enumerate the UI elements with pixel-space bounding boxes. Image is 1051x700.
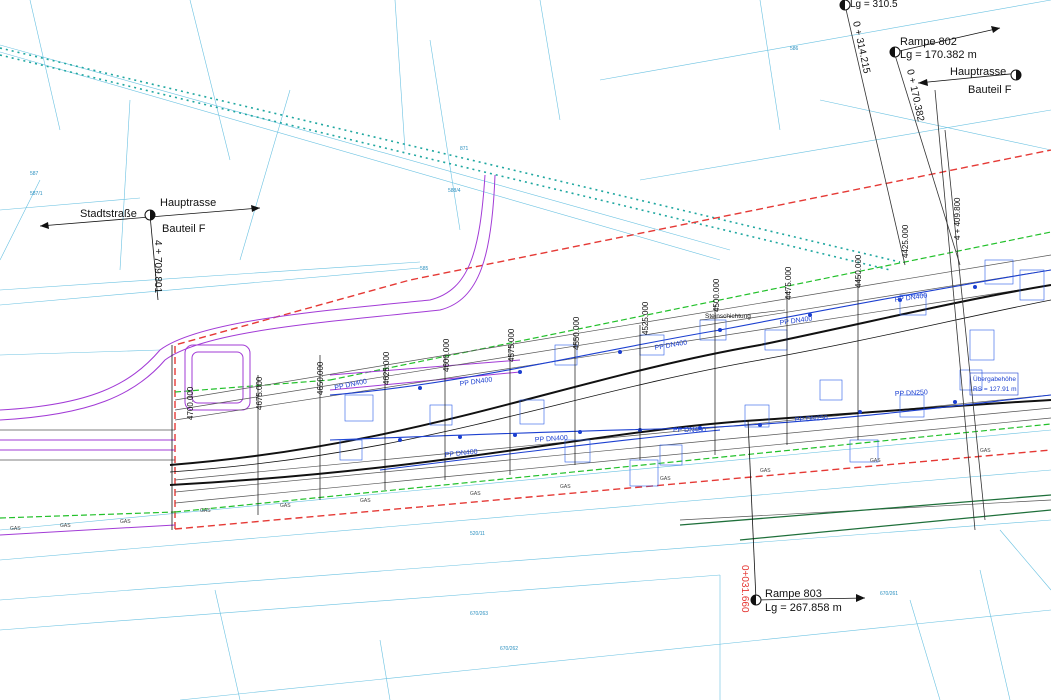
- station-label: 4575.000: [507, 328, 516, 362]
- section-right-label: Hauptrasse: [160, 197, 216, 209]
- svg-text:587: 587: [30, 171, 39, 177]
- section-marker-top-right: Hauptrasse Bauteil F: [917, 66, 1022, 96]
- property-boundary: [174, 149, 1051, 530]
- station-label: 4475.000: [784, 266, 793, 300]
- station-label: 4700.000: [186, 386, 195, 420]
- ramp-803-title: Rampe 803: [765, 588, 822, 600]
- svg-text:670/261: 670/261: [880, 591, 898, 597]
- svg-text:585: 585: [420, 266, 429, 272]
- svg-text:GAS: GAS: [120, 519, 131, 525]
- svg-text:587/1: 587/1: [30, 191, 43, 197]
- site-plan: 587 585 588/4 587/1 670/263 670/262 670/…: [0, 0, 1051, 700]
- svg-text:GAS: GAS: [10, 526, 21, 532]
- radius-note: RS = 127.91 m: [973, 386, 1017, 393]
- section-left-label: Stadtstraße: [80, 208, 137, 220]
- station-label: 4625.000: [382, 351, 391, 385]
- transition-note: Übergabehöhe: [973, 375, 1016, 383]
- svg-text:GAS: GAS: [470, 491, 481, 497]
- station-label: 4500.000: [712, 278, 721, 312]
- section-marker-left: Stadtstraße Hauptrasse Bauteil F 4 + 709…: [39, 197, 261, 301]
- ramp-802-length: Lg = 170.382 m: [900, 49, 977, 61]
- svg-text:GAS: GAS: [870, 458, 881, 464]
- station-label: 4600.000: [442, 338, 451, 372]
- pipe-nodes: [398, 285, 977, 442]
- pipe-label: PP DN250: [795, 415, 828, 424]
- top-cut-label: Lg = 310.5: [850, 0, 898, 10]
- station-label: 4550.000: [572, 316, 581, 350]
- pipe-label: PP DN400: [334, 378, 368, 392]
- top-right-sub-label: Bauteil F: [968, 84, 1012, 96]
- svg-text:588/4: 588/4: [448, 188, 461, 194]
- ramp-803-chainage: 0+031.660: [739, 565, 750, 613]
- svg-text:GAS: GAS: [660, 476, 671, 482]
- svg-text:GAS: GAS: [280, 503, 291, 509]
- dark-green-lines: [679, 494, 1051, 541]
- svg-text:520/11: 520/11: [470, 531, 485, 537]
- ramp-802-marker: Rampe 802 Lg = 170.382 m 0 + 314.215 0 +…: [839, 0, 1001, 123]
- station-label: 4525.000: [641, 301, 650, 335]
- svg-text:GAS: GAS: [360, 498, 371, 504]
- svg-text:670/262: 670/262: [500, 646, 518, 652]
- station-label: 4450.000: [854, 254, 863, 288]
- svg-text:586: 586: [790, 46, 799, 52]
- ramp-802-chainage-a: 0 + 314.215: [850, 20, 872, 75]
- pipe-label: PP DN400: [673, 427, 706, 434]
- station-label: 4675.000: [255, 376, 264, 410]
- svg-text:GAS: GAS: [200, 508, 211, 514]
- station-label: 4650.000: [316, 361, 325, 395]
- station-label: 4 + 409.800: [953, 197, 962, 240]
- station-label: 4425.000: [901, 224, 910, 258]
- svg-text:GAS: GAS: [980, 448, 991, 454]
- ramp-803-length: Lg = 267.858 m: [765, 602, 842, 614]
- svg-text:GAS: GAS: [760, 468, 771, 474]
- top-right-label: Hauptrasse: [950, 66, 1006, 78]
- parcel-labels: 587 585 588/4 587/1 670/263 670/262 670/…: [30, 46, 898, 652]
- section-sub-label: Bauteil F: [162, 223, 206, 235]
- svg-text:871: 871: [460, 146, 469, 152]
- ramp-802-title: Rampe 802: [900, 36, 957, 48]
- svg-text:GAS: GAS: [60, 523, 71, 529]
- section-chainage: 4 + 709.801: [152, 240, 163, 294]
- svg-text:670/263: 670/263: [470, 611, 488, 617]
- svg-text:GAS: GAS: [560, 484, 571, 490]
- pipe-label: PP DN250: [895, 389, 928, 398]
